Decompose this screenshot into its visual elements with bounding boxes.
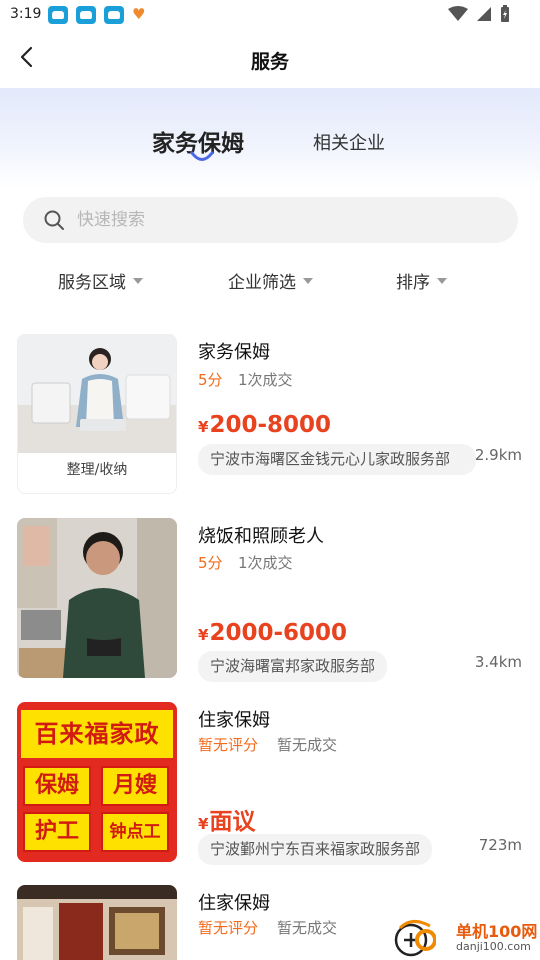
listing-score: 暂无评分 (198, 919, 259, 937)
status-time: 3:19 (10, 6, 42, 22)
system-icons (448, 5, 510, 23)
listing-thumbnail (17, 885, 177, 960)
caret-down-icon (303, 277, 313, 284)
listing-thumbnail: 整理/收纳 (17, 334, 177, 494)
top-nav: 服务 (0, 32, 540, 88)
listing-title: 家务保姆 (198, 342, 270, 363)
active-tab-indicator (190, 151, 214, 161)
price-value: 2000-6000 (209, 620, 348, 646)
caret-down-icon (133, 277, 143, 284)
listing-card[interactable]: 烧饭和照顾老人 5分 1次成交 ¥2000-6000 宁波海曙富邦家政服务部 3… (0, 518, 540, 682)
watermark-name: 单机100网 (456, 922, 538, 941)
currency-symbol: ¥ (198, 815, 209, 833)
filter-bar: 服务区域 企业筛选 排序 (0, 262, 540, 298)
listing-card[interactable]: 整理/收纳 家务保姆 5分 1次成交 ¥200-8000 宁波市海曙区金钱元心儿… (0, 334, 540, 494)
filter-label: 企业筛选 (228, 273, 296, 293)
status-bar: 3:19 ♥ (0, 0, 540, 32)
filter-label: 服务区域 (58, 273, 126, 293)
caregiver-photo (17, 518, 177, 678)
listing-deals: 暂无成交 (277, 736, 338, 754)
listing-score: 5分 (198, 554, 223, 572)
filter-company[interactable]: 企业筛选 (228, 268, 313, 293)
listing-card[interactable]: 百来福家政 保姆 月嫂 护工 钟点工 住家保姆 暂无评分 暂无成交 ¥面议 宁波… (0, 702, 540, 865)
listing-title: 烧饭和照顾老人 (198, 526, 324, 547)
watermark: 单机100网 danji100.com (392, 916, 540, 960)
listing-price: ¥面议 (198, 802, 255, 836)
app-notification-icon (104, 6, 124, 24)
listing-deals: 暂无成交 (277, 919, 338, 937)
listing-distance: 723m (478, 836, 522, 854)
tab-related-companies[interactable]: 相关企业 (313, 129, 385, 155)
filter-service-area[interactable]: 服务区域 (58, 268, 143, 293)
company-tag[interactable]: 宁波市海曙区金钱元心儿家政服务部 (198, 444, 476, 475)
office-photo (17, 885, 177, 960)
watermark-url: danji100.com (456, 940, 531, 953)
search-icon (44, 210, 64, 230)
thumbnail-tag: 保姆 (23, 766, 91, 806)
listing-deals: 1次成交 (238, 371, 293, 389)
thumbnail-caption: 整理/收纳 (66, 462, 128, 478)
listing-title: 住家保姆 (198, 710, 270, 731)
listing-distance: 2.9km (474, 446, 522, 464)
tab-header: 家务保姆 相关企业 (0, 88, 540, 188)
listing-thumbnail: 百来福家政 保姆 月嫂 护工 钟点工 (17, 702, 177, 862)
currency-symbol: ¥ (198, 626, 209, 644)
thumbnail-banner: 百来福家政 (21, 710, 173, 758)
listing-deals: 1次成交 (238, 554, 293, 572)
thumbnail-tag: 钟点工 (101, 812, 169, 852)
caret-down-icon (437, 277, 447, 284)
listing-title: 住家保姆 (198, 893, 270, 914)
app-notification-icon (48, 6, 68, 24)
filter-sort[interactable]: 排序 (396, 268, 447, 293)
listing-price: ¥200-8000 (198, 412, 331, 438)
price-value: 面议 (209, 809, 256, 835)
price-value: 200-8000 (209, 412, 332, 438)
company-tag[interactable]: 宁波海曙富邦家政服务部 (198, 651, 388, 682)
currency-symbol: ¥ (198, 418, 209, 436)
app-notification-icon (76, 6, 96, 24)
page-title: 服务 (250, 51, 289, 73)
battery-icon (501, 5, 509, 22)
listing-distance: 3.4km (474, 653, 522, 671)
wifi-icon (448, 6, 468, 21)
signal-icon (477, 7, 491, 21)
listing-score: 暂无评分 (198, 736, 259, 754)
thumbnail-tag: 护工 (23, 812, 91, 852)
watermark-logo-icon (394, 920, 436, 957)
filter-label: 排序 (396, 273, 430, 293)
heart-notification-icon: ♥ (132, 5, 146, 23)
housekeeper-photo (18, 335, 176, 453)
listing-score: 5分 (198, 371, 223, 389)
company-tag[interactable]: 宁波鄞州宁东百来福家政服务部 (198, 834, 433, 865)
listing-price: ¥2000-6000 (198, 620, 347, 646)
search-bar[interactable] (23, 197, 518, 243)
thumbnail-tag: 月嫂 (101, 766, 169, 806)
listing-thumbnail (17, 518, 177, 678)
search-input[interactable] (77, 206, 497, 234)
